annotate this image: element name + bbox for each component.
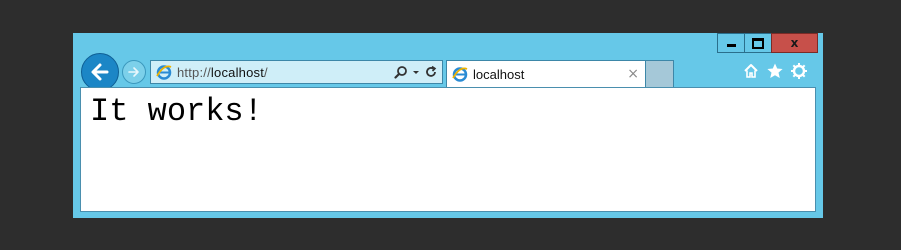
search-icon[interactable] (394, 65, 408, 79)
close-button[interactable]: x (771, 33, 818, 53)
refresh-icon[interactable] (424, 65, 438, 79)
minimize-icon (726, 44, 736, 47)
command-toolbar (741, 61, 809, 81)
tab-close-icon[interactable]: × (627, 66, 639, 82)
settings-gear-icon[interactable] (789, 61, 809, 81)
page-heading: It works! (90, 93, 263, 130)
dropdown-icon[interactable] (412, 65, 420, 79)
address-bar[interactable]: http://localhost/ (150, 60, 443, 84)
favorites-star-icon[interactable] (765, 61, 785, 81)
new-tab-button[interactable] (646, 60, 674, 87)
page-content: It works! (80, 87, 816, 212)
close-icon: x (790, 36, 799, 50)
maximize-button[interactable] (744, 33, 772, 53)
browser-window: x http://localhost/ localhost × It works… (73, 33, 823, 218)
address-url[interactable]: http://localhost/ (177, 65, 394, 80)
back-button[interactable] (81, 53, 119, 91)
home-icon[interactable] (741, 61, 761, 81)
tab-localhost[interactable]: localhost × (446, 60, 646, 87)
forward-arrow-icon (128, 67, 139, 77)
minimize-button[interactable] (717, 33, 745, 53)
ie-tab-icon (451, 65, 469, 83)
ie-page-icon (155, 63, 173, 81)
back-arrow-icon (91, 63, 109, 81)
forward-button[interactable] (122, 60, 146, 84)
maximize-icon (752, 37, 764, 49)
tab-title: localhost (473, 66, 525, 82)
